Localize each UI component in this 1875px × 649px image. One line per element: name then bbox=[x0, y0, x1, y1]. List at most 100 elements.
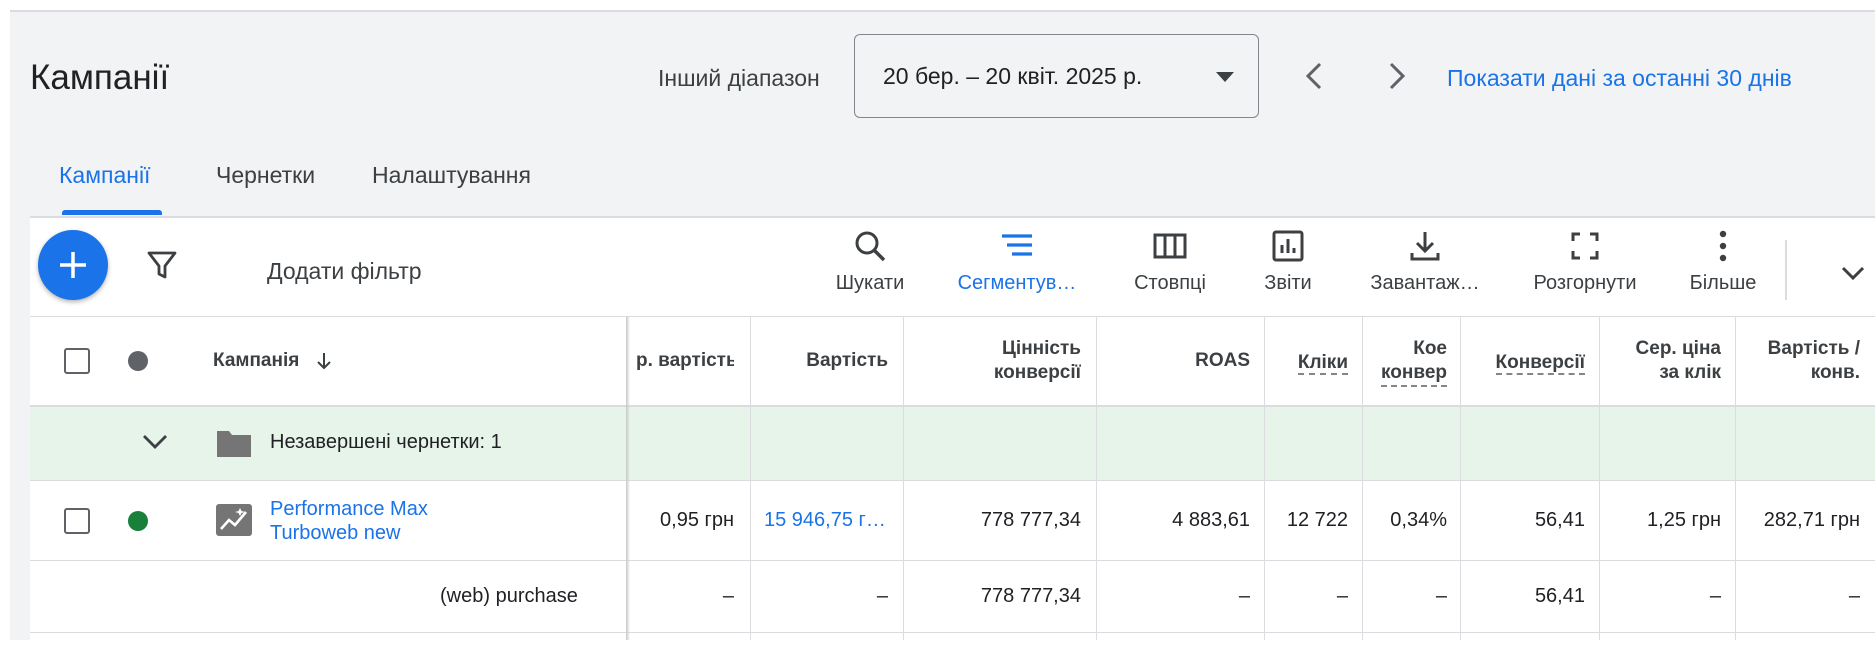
conversions-header-label: Конверсії bbox=[1495, 352, 1585, 375]
avg-cost-column-header[interactable]: р. вартість bbox=[636, 349, 734, 373]
cost-column-header[interactable]: Вартість bbox=[760, 349, 888, 373]
column-divider bbox=[903, 317, 904, 640]
plus-icon bbox=[60, 252, 86, 278]
chevron-down-icon bbox=[143, 435, 167, 449]
campaign-column-header[interactable]: Кампанія bbox=[213, 349, 335, 373]
conversion-value-header-line1: Цінність bbox=[1002, 338, 1081, 359]
date-range-picker[interactable]: 20 бер. – 20 квіт. 2025 р. bbox=[854, 34, 1259, 118]
more-label: Більше bbox=[1689, 272, 1757, 294]
conversion-action-name: (web) purchase bbox=[440, 585, 578, 607]
cost-per-conversion-header-line1: Вартість / bbox=[1767, 338, 1860, 359]
conversion-conversion-value: 778 777,34 bbox=[980, 585, 1081, 607]
expand-label: Розгорнути bbox=[1533, 272, 1637, 294]
conversion-cost-per-conversion: – bbox=[1848, 585, 1860, 607]
segment-icon bbox=[1002, 234, 1032, 256]
column-divider bbox=[1460, 317, 1461, 640]
campaign-name-link[interactable]: Performance Max Turboweb new bbox=[270, 497, 428, 545]
more-button[interactable]: Більше bbox=[1678, 228, 1768, 295]
arrow-down-sort-icon bbox=[316, 352, 331, 370]
conversions-column-header[interactable]: Конверсії bbox=[1466, 351, 1585, 375]
cost-per-conversion-column-header[interactable]: Вартість / конв. bbox=[1742, 337, 1860, 385]
download-label: Завантаж… bbox=[1370, 272, 1480, 294]
segment-button[interactable]: Сегментув… bbox=[942, 228, 1092, 295]
row-checkbox[interactable] bbox=[64, 508, 90, 534]
chevron-down-icon bbox=[1841, 266, 1865, 281]
columns-icon bbox=[1153, 233, 1187, 259]
campaign-conversion-rate: 0,34% bbox=[1390, 509, 1447, 531]
download-icon bbox=[1410, 232, 1440, 261]
previous-period-button[interactable] bbox=[1295, 56, 1335, 96]
status-column-icon bbox=[128, 351, 148, 371]
conversion-avg-cpc: – bbox=[1709, 585, 1721, 607]
expand-drafts-button[interactable] bbox=[140, 427, 170, 462]
campaign-header-label: Кампанія bbox=[213, 350, 300, 371]
campaign-avg-cost: 0,95 грн bbox=[660, 509, 734, 531]
tab-campaigns[interactable]: Кампанії bbox=[59, 162, 150, 189]
conversion-rate-header-line2: конвер bbox=[1381, 361, 1447, 387]
column-divider bbox=[1096, 317, 1097, 640]
segment-label: Сегментув… bbox=[957, 272, 1077, 294]
conversion-cost: – bbox=[876, 585, 888, 607]
campaign-name-line2: Turboweb new bbox=[270, 522, 401, 544]
tab-drafts[interactable]: Чернетки bbox=[216, 162, 315, 189]
columns-label: Стовпці bbox=[1134, 272, 1206, 294]
search-label: Шукати bbox=[835, 272, 905, 294]
column-divider bbox=[1735, 317, 1736, 640]
next-period-button[interactable] bbox=[1376, 56, 1416, 96]
show-last-30-days-link[interactable]: Показати дані за останні 30 днів bbox=[1447, 65, 1792, 92]
conversion-conversions: 56,41 bbox=[1534, 585, 1585, 607]
chevron-left-icon bbox=[1305, 62, 1322, 90]
conversion-value-header-line2: конверсії bbox=[993, 362, 1081, 383]
campaign-cost-link[interactable]: 15 946,75 г… bbox=[764, 509, 886, 532]
campaigns-table: Кампанія р. вартість Вартість Цінність к… bbox=[30, 316, 1875, 640]
dropdown-caret-icon bbox=[1216, 72, 1234, 82]
conversion-conversion-rate: – bbox=[1435, 585, 1447, 607]
fullscreen-icon bbox=[1571, 232, 1599, 260]
conversion-rate-column-header[interactable]: Кое конвер bbox=[1367, 337, 1447, 387]
campaign-cost-per-conversion: 282,71 грн bbox=[1763, 509, 1860, 531]
roas-column-header[interactable]: ROAS bbox=[1100, 349, 1250, 373]
collapse-toolbar-button[interactable] bbox=[1838, 258, 1868, 293]
campaign-conversion-value: 778 777,34 bbox=[980, 509, 1081, 531]
conversion-rate-header-line1: Кое bbox=[1413, 338, 1447, 359]
cost-per-conversion-header-line2: конв. bbox=[1810, 362, 1860, 383]
expand-button[interactable]: Розгорнути bbox=[1520, 228, 1650, 295]
toolbar-divider bbox=[1785, 240, 1787, 300]
avg-cpc-header-line2: за клік bbox=[1659, 362, 1721, 383]
column-divider bbox=[1599, 317, 1600, 640]
column-divider bbox=[1362, 317, 1363, 640]
add-campaign-button[interactable] bbox=[38, 230, 108, 300]
clicks-column-header[interactable]: Кліки bbox=[1270, 351, 1348, 375]
date-range-label: Інший діапазон bbox=[658, 65, 820, 91]
campaigns-page: Кампанії Інший діапазон 20 бер. – 20 кві… bbox=[10, 10, 1875, 640]
draft-row-label: Незавершені чернетки: 1 bbox=[270, 431, 502, 453]
search-button[interactable]: Шукати bbox=[815, 228, 925, 295]
performance-max-icon bbox=[215, 503, 253, 542]
add-filter-button[interactable]: Додати фільтр bbox=[267, 258, 422, 285]
filter-button[interactable] bbox=[145, 248, 179, 287]
conversion-value-column-header[interactable]: Цінність конверсії bbox=[910, 337, 1081, 385]
avg-cpc-header-line1: Сер. ціна bbox=[1635, 338, 1721, 359]
conversion-clicks: – bbox=[1336, 585, 1348, 607]
columns-button[interactable]: Стовпці bbox=[1115, 228, 1225, 295]
campaigns-table-card: Додати фільтр Шукати Сегментув… Стовпці … bbox=[30, 216, 1875, 640]
reports-icon bbox=[1272, 230, 1304, 262]
campaign-name-line1: Performance Max bbox=[270, 498, 428, 520]
select-all-checkbox[interactable] bbox=[64, 348, 90, 374]
conversion-avg-cost: – bbox=[722, 585, 734, 607]
conversion-roas: – bbox=[1238, 585, 1250, 607]
column-divider bbox=[1264, 317, 1265, 640]
date-range-value: 20 бер. – 20 квіт. 2025 р. bbox=[883, 63, 1143, 89]
column-divider bbox=[750, 317, 751, 640]
reports-label: Звіти bbox=[1264, 272, 1312, 294]
folder-icon bbox=[215, 427, 253, 464]
tab-settings[interactable]: Налаштування bbox=[372, 162, 531, 189]
campaign-roas: 4 883,61 bbox=[1172, 509, 1250, 531]
reports-button[interactable]: Звіти bbox=[1243, 228, 1333, 295]
status-enabled-icon bbox=[128, 511, 148, 531]
chevron-right-icon bbox=[1389, 62, 1406, 90]
page-title: Кампанії bbox=[30, 58, 170, 97]
avg-cpc-column-header[interactable]: Сер. ціна за клік bbox=[1605, 337, 1721, 385]
download-button[interactable]: Завантаж… bbox=[1350, 228, 1500, 295]
clicks-header-label: Кліки bbox=[1297, 352, 1348, 375]
